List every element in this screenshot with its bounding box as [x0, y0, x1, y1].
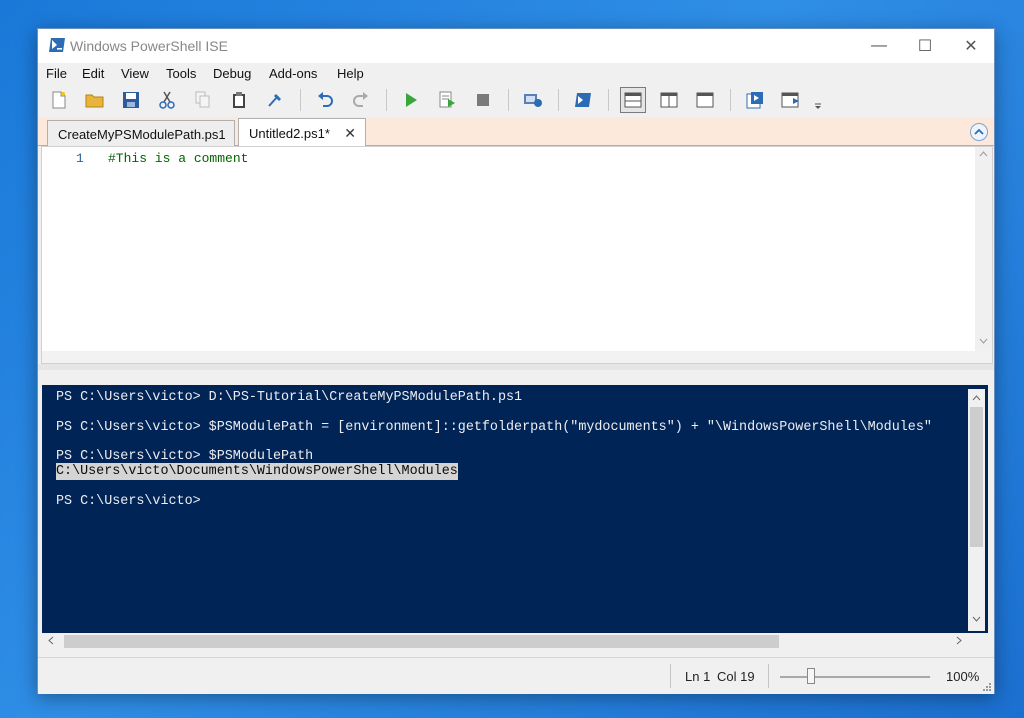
toolbar-separator: [730, 89, 731, 111]
new-remote-tab-icon[interactable]: [522, 89, 544, 111]
zoom-level: 100%: [946, 669, 980, 684]
status-divider: [768, 664, 769, 688]
editor-horizontal-scrollbar[interactable]: [42, 351, 992, 363]
copy-icon[interactable]: [192, 89, 214, 111]
console-horizontal-scrollbar[interactable]: [42, 633, 988, 650]
menu-file[interactable]: File: [46, 66, 67, 81]
console-line: PS C:\Users\victo> $PSModulePath: [56, 449, 314, 464]
powershell-ise-window: Windows PowerShell ISE — ☐ ✕ File Edit V…: [37, 28, 995, 694]
new-file-icon[interactable]: [48, 89, 70, 111]
menu-tools[interactable]: Tools: [166, 66, 196, 81]
scroll-up-arrow-icon[interactable]: [979, 149, 988, 160]
toolbar-separator: [386, 89, 387, 111]
resize-grip-icon[interactable]: [982, 682, 992, 692]
console-vertical-scrollbar[interactable]: [968, 389, 985, 631]
menu-bar: File Edit View Tools Debug Add-ons Help: [38, 63, 994, 85]
code-line: #This is a comment: [108, 151, 249, 166]
tab-label: Untitled2.ps1*: [249, 126, 330, 141]
scroll-left-arrow-icon[interactable]: [48, 636, 54, 648]
show-command-window-icon[interactable]: [744, 89, 766, 111]
cut-icon[interactable]: [156, 89, 178, 111]
close-button[interactable]: ✕: [948, 29, 994, 63]
menu-debug[interactable]: Debug: [213, 66, 251, 81]
stop-icon[interactable]: [472, 89, 494, 111]
pane-splitter[interactable]: [38, 364, 994, 370]
show-command-addon-icon[interactable]: [780, 89, 802, 111]
open-folder-icon[interactable]: [84, 89, 106, 111]
zoom-slider-thumb[interactable]: [807, 668, 815, 684]
scrollbar-thumb[interactable]: [64, 635, 779, 648]
minimize-button[interactable]: —: [856, 29, 902, 63]
console-pane[interactable]: PS C:\Users\victo> D:\PS-Tutorial\Create…: [42, 385, 988, 633]
save-icon[interactable]: [120, 89, 142, 111]
redo-icon[interactable]: [350, 89, 372, 111]
paste-icon[interactable]: [228, 89, 250, 111]
zoom-slider-track[interactable]: [780, 676, 930, 678]
show-script-pane-maximized-icon[interactable]: [694, 89, 716, 111]
scroll-down-arrow-icon[interactable]: [979, 336, 988, 347]
show-script-pane-right-icon[interactable]: [658, 89, 680, 111]
script-editor[interactable]: 1 #This is a comment: [41, 146, 993, 364]
console-line: PS C:\Users\victo> D:\PS-Tutorial\Create…: [56, 390, 523, 405]
menu-add-ons[interactable]: Add-ons: [269, 66, 317, 81]
status-bar: Ln 1 Col 19 100%: [38, 657, 994, 694]
clear-console-icon[interactable]: [264, 89, 286, 111]
window-title: Windows PowerShell ISE: [70, 38, 228, 54]
chevron-up-icon: [974, 128, 984, 135]
status-column: Col 19: [717, 669, 755, 684]
editor-vertical-scrollbar[interactable]: [975, 147, 992, 363]
undo-icon[interactable]: [314, 89, 336, 111]
toolbar-separator: [300, 89, 301, 111]
toolbar: [38, 85, 994, 117]
menu-help[interactable]: Help: [337, 66, 364, 81]
scrollbar-thumb[interactable]: [970, 407, 983, 547]
maximize-button[interactable]: ☐: [902, 29, 948, 63]
scroll-down-arrow-icon[interactable]: [972, 614, 981, 625]
scroll-up-arrow-icon[interactable]: [972, 393, 981, 404]
start-powershell-icon[interactable]: [572, 89, 594, 111]
status-divider: [670, 664, 671, 688]
run-script-icon[interactable]: [400, 89, 422, 111]
console-output-line: C:\Users\victo\Documents\WindowsPowerShe…: [56, 463, 458, 480]
scroll-right-arrow-icon[interactable]: [956, 636, 962, 648]
menu-edit[interactable]: Edit: [82, 66, 104, 81]
powershell-ise-app-icon: [49, 38, 65, 52]
line-number-gutter: 1: [42, 147, 98, 363]
toolbar-separator: [608, 89, 609, 111]
console-line: PS C:\Users\victo> $PSModulePath = [envi…: [56, 420, 932, 435]
menu-view[interactable]: View: [121, 66, 149, 81]
title-bar[interactable]: Windows PowerShell ISE — ☐ ✕: [38, 29, 994, 63]
toolbar-separator: [558, 89, 559, 111]
console-prompt: PS C:\Users\victo>: [56, 494, 201, 509]
console-output-text: C:\Users\victo\Documents\WindowsPowerShe…: [56, 463, 458, 480]
line-number: 1: [76, 151, 84, 166]
tab-createmypsmodulepath[interactable]: CreateMyPSModulePath.ps1: [47, 120, 235, 146]
run-selection-icon[interactable]: [436, 89, 458, 111]
close-tab-icon[interactable]: ✕: [344, 125, 356, 142]
tab-untitled2[interactable]: Untitled2.ps1* ✕: [238, 118, 366, 146]
tab-label: CreateMyPSModulePath.ps1: [58, 127, 226, 142]
show-script-pane-top-icon[interactable]: [620, 87, 646, 113]
toolbar-overflow-chevron-icon[interactable]: [812, 95, 824, 117]
script-tab-strip: CreateMyPSModulePath.ps1 Untitled2.ps1* …: [38, 117, 994, 146]
collapse-script-pane-button[interactable]: [970, 123, 988, 141]
toolbar-separator: [508, 89, 509, 111]
status-line: Ln 1: [685, 669, 711, 684]
